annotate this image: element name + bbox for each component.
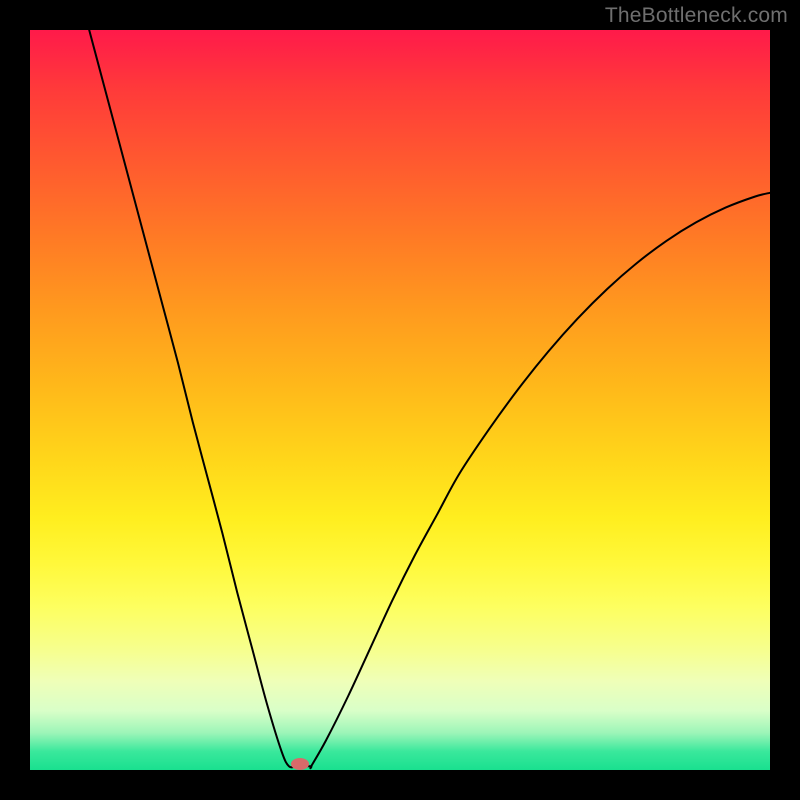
- curve-path: [89, 30, 770, 768]
- watermark-text: TheBottleneck.com: [605, 4, 788, 28]
- chart-frame: TheBottleneck.com: [0, 0, 800, 800]
- optimum-marker: [291, 758, 309, 770]
- bottleneck-curve: [0, 0, 800, 800]
